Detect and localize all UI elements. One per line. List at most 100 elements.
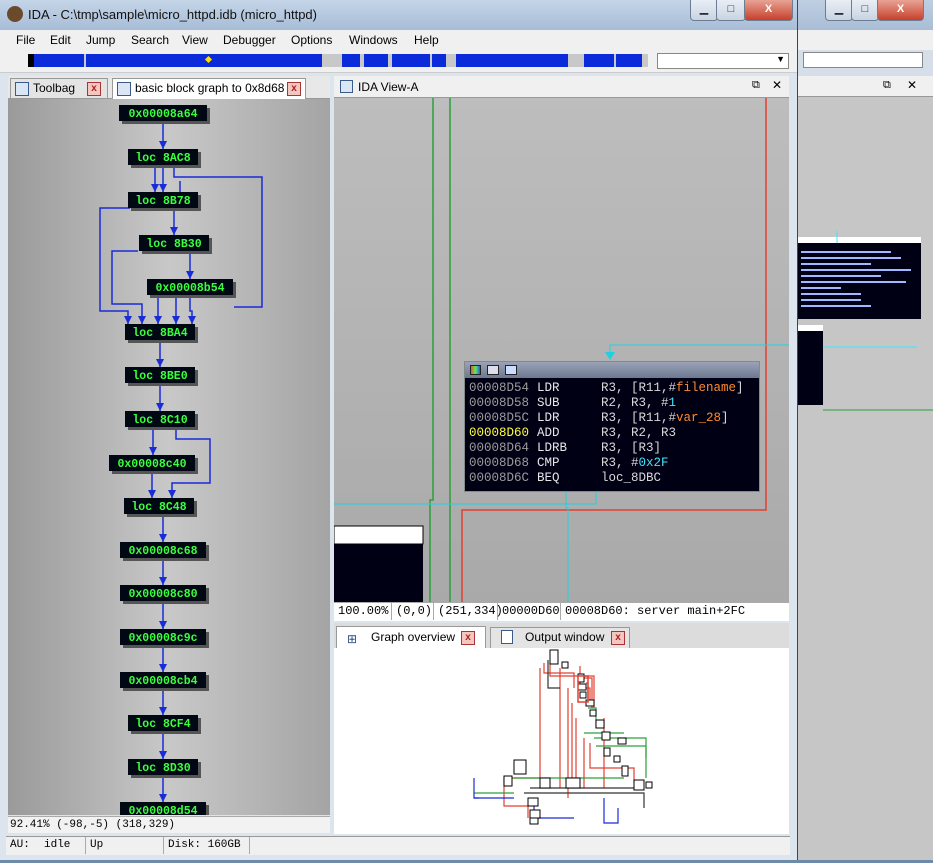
graph-node[interactable]: 0x00008c80 (120, 585, 209, 604)
menu-windows[interactable]: Windows (349, 33, 398, 47)
color-node-icon[interactable] (470, 365, 481, 375)
menu-edit[interactable]: Edit (50, 33, 71, 47)
code-operand: R3, [R11,# (601, 381, 677, 395)
menu-jump[interactable]: Jump (86, 33, 115, 47)
code-operand: loc_8DBC (601, 471, 662, 485)
tab-output-window[interactable]: Output window x (490, 627, 630, 648)
graph-node[interactable]: loc 8B30 (139, 235, 212, 254)
code-line[interactable]: 00008D5C LDR R3, [R11,#var_28] (465, 411, 759, 426)
code-block-node[interactable]: 00008D54 LDR R3, [R11,#filename] 00008D58 SU… (464, 361, 760, 492)
graph-node[interactable]: 0x00008b54 (147, 279, 236, 298)
graph-node[interactable]: loc 8BE0 (125, 367, 198, 386)
graph-node[interactable]: loc 8C48 (124, 498, 197, 517)
tab-basic-block-graph-label: basic block graph to 0x8d68 (135, 81, 285, 95)
ida-view-graph[interactable]: 00008D54 LDR R3, [R11,#filename] 00008D58 SU… (334, 98, 789, 602)
background-close-icon[interactable]: ✕ (907, 78, 917, 92)
ida-view-edges (334, 98, 789, 602)
graph-node-label: 0x00008c40 (117, 458, 186, 471)
code-line[interactable]: 00008D6C BEQ loc_8DBC (465, 471, 759, 486)
au-value: idle (44, 839, 71, 851)
background-minimize-button[interactable]: ▁ (825, 0, 853, 21)
bottom-status-bar: AU: idle Up Disk: 160GB (6, 836, 790, 855)
graph-node-label: loc 8CF4 (135, 718, 190, 731)
code-operand: var_28 (676, 411, 722, 425)
code-mnemonic: LDRB (537, 441, 568, 455)
code-line[interactable]: 00008D60 ADD R3, R2, R3 (465, 426, 759, 441)
menu-file[interactable]: File (16, 33, 35, 47)
code-line[interactable]: 00008D54 LDR R3, [R11,#filename] (465, 381, 759, 396)
graph-edge-arrow (159, 707, 167, 715)
ida-main-window: IDA - C:\tmp\sample\micro_httpd.idb (mic… (0, 0, 798, 860)
basic-block-graph[interactable]: 0x00008a64 loc 8AC8 loc 8B78 loc 8B30 0x0000… (8, 99, 330, 815)
menubar: File Edit Jump Search View Debugger Opti… (0, 30, 797, 50)
code-mnemonic: LDR (537, 411, 560, 425)
graph-node-label: loc 8C10 (132, 414, 187, 427)
graph-node[interactable]: loc 8CF4 (128, 715, 201, 734)
graph-node-label: 0x00008cb4 (128, 675, 197, 688)
graph-node[interactable]: loc 8BA4 (125, 324, 198, 343)
tab-basic-block-graph[interactable]: basic block graph to 0x8d68 x (112, 78, 306, 99)
edit-node-icon[interactable] (487, 365, 499, 375)
block-graph-status: 92.41% (-98,-5) (318,329) (8, 816, 330, 833)
code-line[interactable]: 00008D64 LDRB R3, [R3] (465, 441, 759, 456)
code-line[interactable]: 00008D58 SUB R2, R3, #1 (465, 396, 759, 411)
background-combo[interactable] (803, 52, 923, 68)
menu-view[interactable]: View (182, 33, 208, 47)
graph-edge-arrow (138, 316, 146, 324)
graph-node-label: loc 8B30 (146, 238, 201, 251)
graph-edge-arrow (159, 751, 167, 759)
graph-node-label: loc 8D30 (135, 762, 190, 775)
code-address: 00008D68 (469, 456, 530, 470)
menu-debugger[interactable]: Debugger (223, 33, 276, 47)
graph-node[interactable]: 0x00008c68 (120, 542, 209, 561)
graph-node[interactable]: 0x00008a64 (119, 105, 210, 124)
navigation-toolbar: ▼ (0, 50, 797, 73)
background-graph-view[interactable] (797, 97, 933, 860)
tab-output-window-close-icon[interactable]: x (611, 631, 625, 645)
tab-graph-overview-close-icon[interactable]: x (461, 631, 475, 645)
graph-node[interactable]: 0x00008cb4 (120, 672, 209, 691)
close-button[interactable]: X (744, 0, 793, 21)
graph-node[interactable]: loc 8B78 (128, 192, 201, 211)
code-address: 00008D58 (469, 396, 530, 410)
graph-edge-arrow (159, 184, 167, 192)
ida-view-close-icon[interactable]: ✕ (772, 78, 782, 92)
graph-node[interactable]: 0x00008c40 (109, 455, 198, 474)
maximize-button[interactable]: □ (716, 0, 746, 21)
background-close-button[interactable]: X (877, 0, 924, 21)
menu-search[interactable]: Search (131, 33, 169, 47)
graph-node[interactable]: loc 8D30 (128, 759, 201, 778)
graph-overview-panel[interactable] (334, 648, 789, 834)
collapse-node-icon[interactable] (505, 365, 517, 375)
background-maximize-button[interactable]: □ (851, 0, 879, 21)
tab-graph-overview[interactable]: ⊞ Graph overview x (336, 626, 486, 648)
toolbag-icon (15, 82, 29, 96)
tab-toolbag[interactable]: Toolbag x (10, 78, 108, 98)
background-menubar (797, 30, 933, 50)
menu-help[interactable]: Help (414, 33, 439, 47)
code-line[interactable]: 00008D68 CMP R3, #0x2F (465, 456, 759, 471)
graph-node[interactable]: loc 8C10 (125, 411, 198, 430)
graph-node[interactable]: 0x00008d54 (120, 802, 209, 815)
tab-toolbag-close-icon[interactable]: x (87, 82, 101, 96)
ida-view-status: 100.00% (0,0) (251,334) 00000D60 00008D6… (334, 602, 789, 621)
float-window-icon[interactable]: ⧉ (752, 79, 760, 92)
titlebar: IDA - C:\tmp\sample\micro_httpd.idb (mic… (0, 0, 797, 30)
graph-node[interactable]: 0x00008c9c (120, 629, 209, 648)
code-operand: R2, R3, # (601, 396, 669, 410)
graph-edge-arrow (156, 359, 164, 367)
ida-view-header: IDA View-A ⧉ ✕ (334, 76, 789, 98)
menu-options[interactable]: Options (291, 33, 332, 47)
minimize-button[interactable]: ▁ (690, 0, 718, 21)
background-float-icon[interactable]: ⧉ (883, 79, 891, 92)
navigation-band[interactable] (28, 54, 648, 67)
tab-toolbag-label: Toolbag (33, 81, 76, 95)
tab-basic-block-graph-close-icon[interactable]: x (287, 82, 301, 96)
graph-tab-icon (117, 82, 131, 96)
tab-graph-overview-label: Graph overview (371, 630, 456, 644)
graph-overview-icon: ⊞ (347, 632, 358, 646)
code-mnemonic: ADD (537, 426, 560, 440)
graph-node[interactable]: loc 8AC8 (128, 149, 201, 168)
segment-combo[interactable]: ▼ (657, 53, 789, 69)
status-mouse: (251,334) (434, 603, 503, 620)
